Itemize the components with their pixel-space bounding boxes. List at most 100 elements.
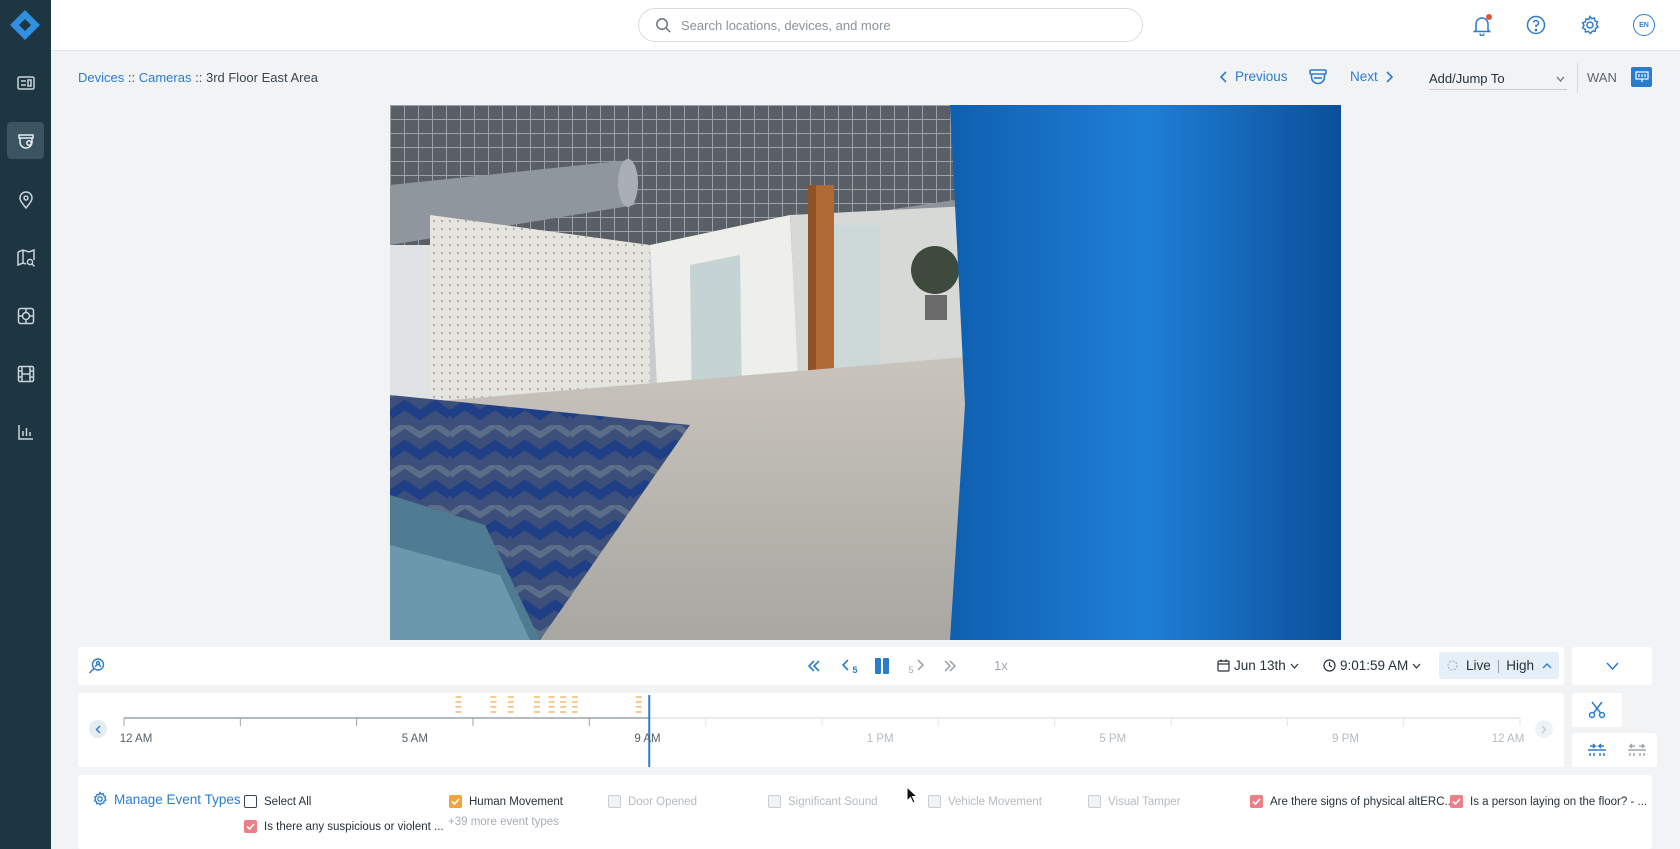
timeline-track[interactable] xyxy=(78,693,1564,767)
gear-icon xyxy=(1581,15,1600,35)
checkbox-box[interactable] xyxy=(928,795,941,808)
loading-spinner-icon xyxy=(1447,660,1458,671)
event-type-checkbox[interactable]: Is there any suspicious or violent ... xyxy=(244,820,444,833)
event-type-label: Significant Sound xyxy=(788,795,878,808)
pause-button[interactable] xyxy=(871,656,893,676)
event-type-checkbox[interactable]: Vehicle Movement xyxy=(928,795,1042,808)
event-type-label: Human Movement xyxy=(469,795,563,808)
map-search-icon xyxy=(16,248,35,267)
time-value: 9:01:59 AM xyxy=(1340,658,1409,673)
checkmark-icon xyxy=(246,823,255,830)
previous-label: Previous xyxy=(1235,69,1288,84)
event-type-checkbox[interactable]: Are there signs of physical altERC... xyxy=(1250,795,1454,808)
checkbox-box[interactable] xyxy=(244,820,257,833)
double-chevron-right-icon xyxy=(944,660,957,672)
language-button[interactable]: EN xyxy=(1632,13,1656,37)
timeline-label: 9 PM xyxy=(1332,733,1359,745)
notification-badge xyxy=(1486,14,1492,20)
timeline[interactable]: 12 AM 5 AM 9 AM 1 PM 5 PM 9 PM 12 AM xyxy=(78,693,1564,767)
time-selector[interactable]: 9:01:59 AM xyxy=(1323,658,1421,673)
previous-camera-button[interactable]: Previous xyxy=(1219,69,1288,84)
network-button[interactable] xyxy=(1631,67,1652,87)
collapse-panel-button[interactable] xyxy=(1572,647,1652,685)
sidebar-item-dashboard[interactable] xyxy=(7,64,44,101)
quality-label: High xyxy=(1506,658,1535,673)
event-type-checkbox[interactable]: Is a person laying on the floor? - ... xyxy=(1450,795,1647,808)
breadcrumb: Devices :: Cameras :: 3rd Floor East Are… xyxy=(78,70,318,85)
event-type-checkbox[interactable]: Human Movement xyxy=(449,795,563,808)
sidebar-item-access[interactable] xyxy=(7,297,44,334)
forward-icon xyxy=(916,659,924,671)
live-divider: | xyxy=(1496,658,1501,673)
event-type-checkbox[interactable]: Door Opened xyxy=(608,795,697,808)
sidebar-item-map-search[interactable] xyxy=(7,239,44,276)
sidebar-item-locations[interactable] xyxy=(7,181,44,218)
video-frame xyxy=(390,105,1341,640)
jump-to-live-button[interactable] xyxy=(940,656,960,676)
event-type-label: Is there any suspicious or violent ... xyxy=(264,820,444,833)
checkbox-box[interactable] xyxy=(1250,795,1263,808)
more-event-types-link[interactable]: +39 more event types xyxy=(448,816,559,828)
checkbox-box[interactable] xyxy=(449,795,462,808)
checkmark-icon xyxy=(1252,798,1261,805)
breadcrumb-separator: :: xyxy=(195,70,203,85)
jump-to-start-button[interactable] xyxy=(804,656,824,676)
app-logo-icon[interactable] xyxy=(8,8,42,42)
camera-video-feed[interactable] xyxy=(390,105,1341,640)
search-input[interactable] xyxy=(681,17,1121,33)
top-bar: EN xyxy=(51,0,1680,51)
notifications-button[interactable] xyxy=(1470,13,1494,37)
zoom-out-timeline-button[interactable] xyxy=(1617,733,1657,767)
rewind-5-button[interactable]: 5 xyxy=(838,656,860,676)
chevron-left-icon xyxy=(1219,70,1227,83)
playback-control-bar: 5 5 1x Jun 13th 9:01:59 AM Live | High xyxy=(78,647,1564,685)
help-button[interactable] xyxy=(1524,13,1548,37)
live-mode-label: Live xyxy=(1466,658,1491,673)
checkbox-box[interactable] xyxy=(1088,795,1101,808)
add-jump-label: Add/Jump To xyxy=(1429,71,1505,86)
clip-button[interactable] xyxy=(1572,693,1622,727)
zoom-search-button[interactable] xyxy=(86,656,108,676)
location-pin-icon xyxy=(18,190,33,209)
camera-view-icon[interactable] xyxy=(1308,67,1328,87)
search-icon xyxy=(656,17,671,33)
event-type-checkbox[interactable]: Visual Tamper xyxy=(1088,795,1180,808)
sidebar-item-footage[interactable] xyxy=(7,355,44,392)
breadcrumb-cameras[interactable]: Cameras xyxy=(139,70,192,85)
sidebar-item-reports[interactable] xyxy=(7,413,44,450)
checkbox-box[interactable] xyxy=(244,795,257,808)
select-all-checkbox[interactable]: Select All xyxy=(244,795,311,808)
date-selector[interactable]: Jun 13th xyxy=(1217,658,1299,673)
ethernet-icon xyxy=(1634,71,1649,82)
calendar-icon xyxy=(1217,659,1230,672)
event-type-label: Vehicle Movement xyxy=(948,795,1042,808)
event-type-label: Door Opened xyxy=(628,795,698,808)
settings-button[interactable] xyxy=(1578,13,1602,37)
film-icon xyxy=(17,365,34,382)
scissors-icon xyxy=(1588,701,1606,719)
checkbox-box[interactable] xyxy=(608,795,621,808)
breadcrumb-devices[interactable]: Devices xyxy=(78,70,124,85)
global-search[interactable] xyxy=(638,8,1143,42)
manage-event-types-label: Manage Event Types xyxy=(114,791,241,807)
chevron-right-icon xyxy=(1386,70,1393,83)
clock-icon xyxy=(1323,659,1336,672)
language-label: EN xyxy=(1633,14,1655,36)
checkbox-box[interactable] xyxy=(768,795,781,808)
forward-5-button[interactable]: 5 xyxy=(906,656,928,676)
event-type-checkbox[interactable]: Significant Sound xyxy=(768,795,878,808)
checkbox-box[interactable] xyxy=(1450,795,1463,808)
network-label: WAN xyxy=(1587,70,1617,85)
next-camera-button[interactable]: Next xyxy=(1350,69,1394,84)
timeline-label: 5 PM xyxy=(1099,733,1127,745)
playback-speed[interactable]: 1x xyxy=(994,658,1008,673)
add-jump-dropdown[interactable]: Add/Jump To xyxy=(1429,68,1567,90)
manage-event-types-button[interactable]: Manage Event Types xyxy=(92,791,241,807)
live-quality-selector[interactable]: Live | High xyxy=(1439,652,1559,679)
chevron-down-icon xyxy=(1412,663,1421,669)
camera-dome-icon xyxy=(17,133,34,149)
date-value: Jun 13th xyxy=(1234,658,1286,673)
chevron-down-icon xyxy=(1290,663,1299,669)
sidebar-item-cameras[interactable] xyxy=(7,122,44,159)
zoom-in-timeline-button[interactable] xyxy=(1572,733,1622,767)
